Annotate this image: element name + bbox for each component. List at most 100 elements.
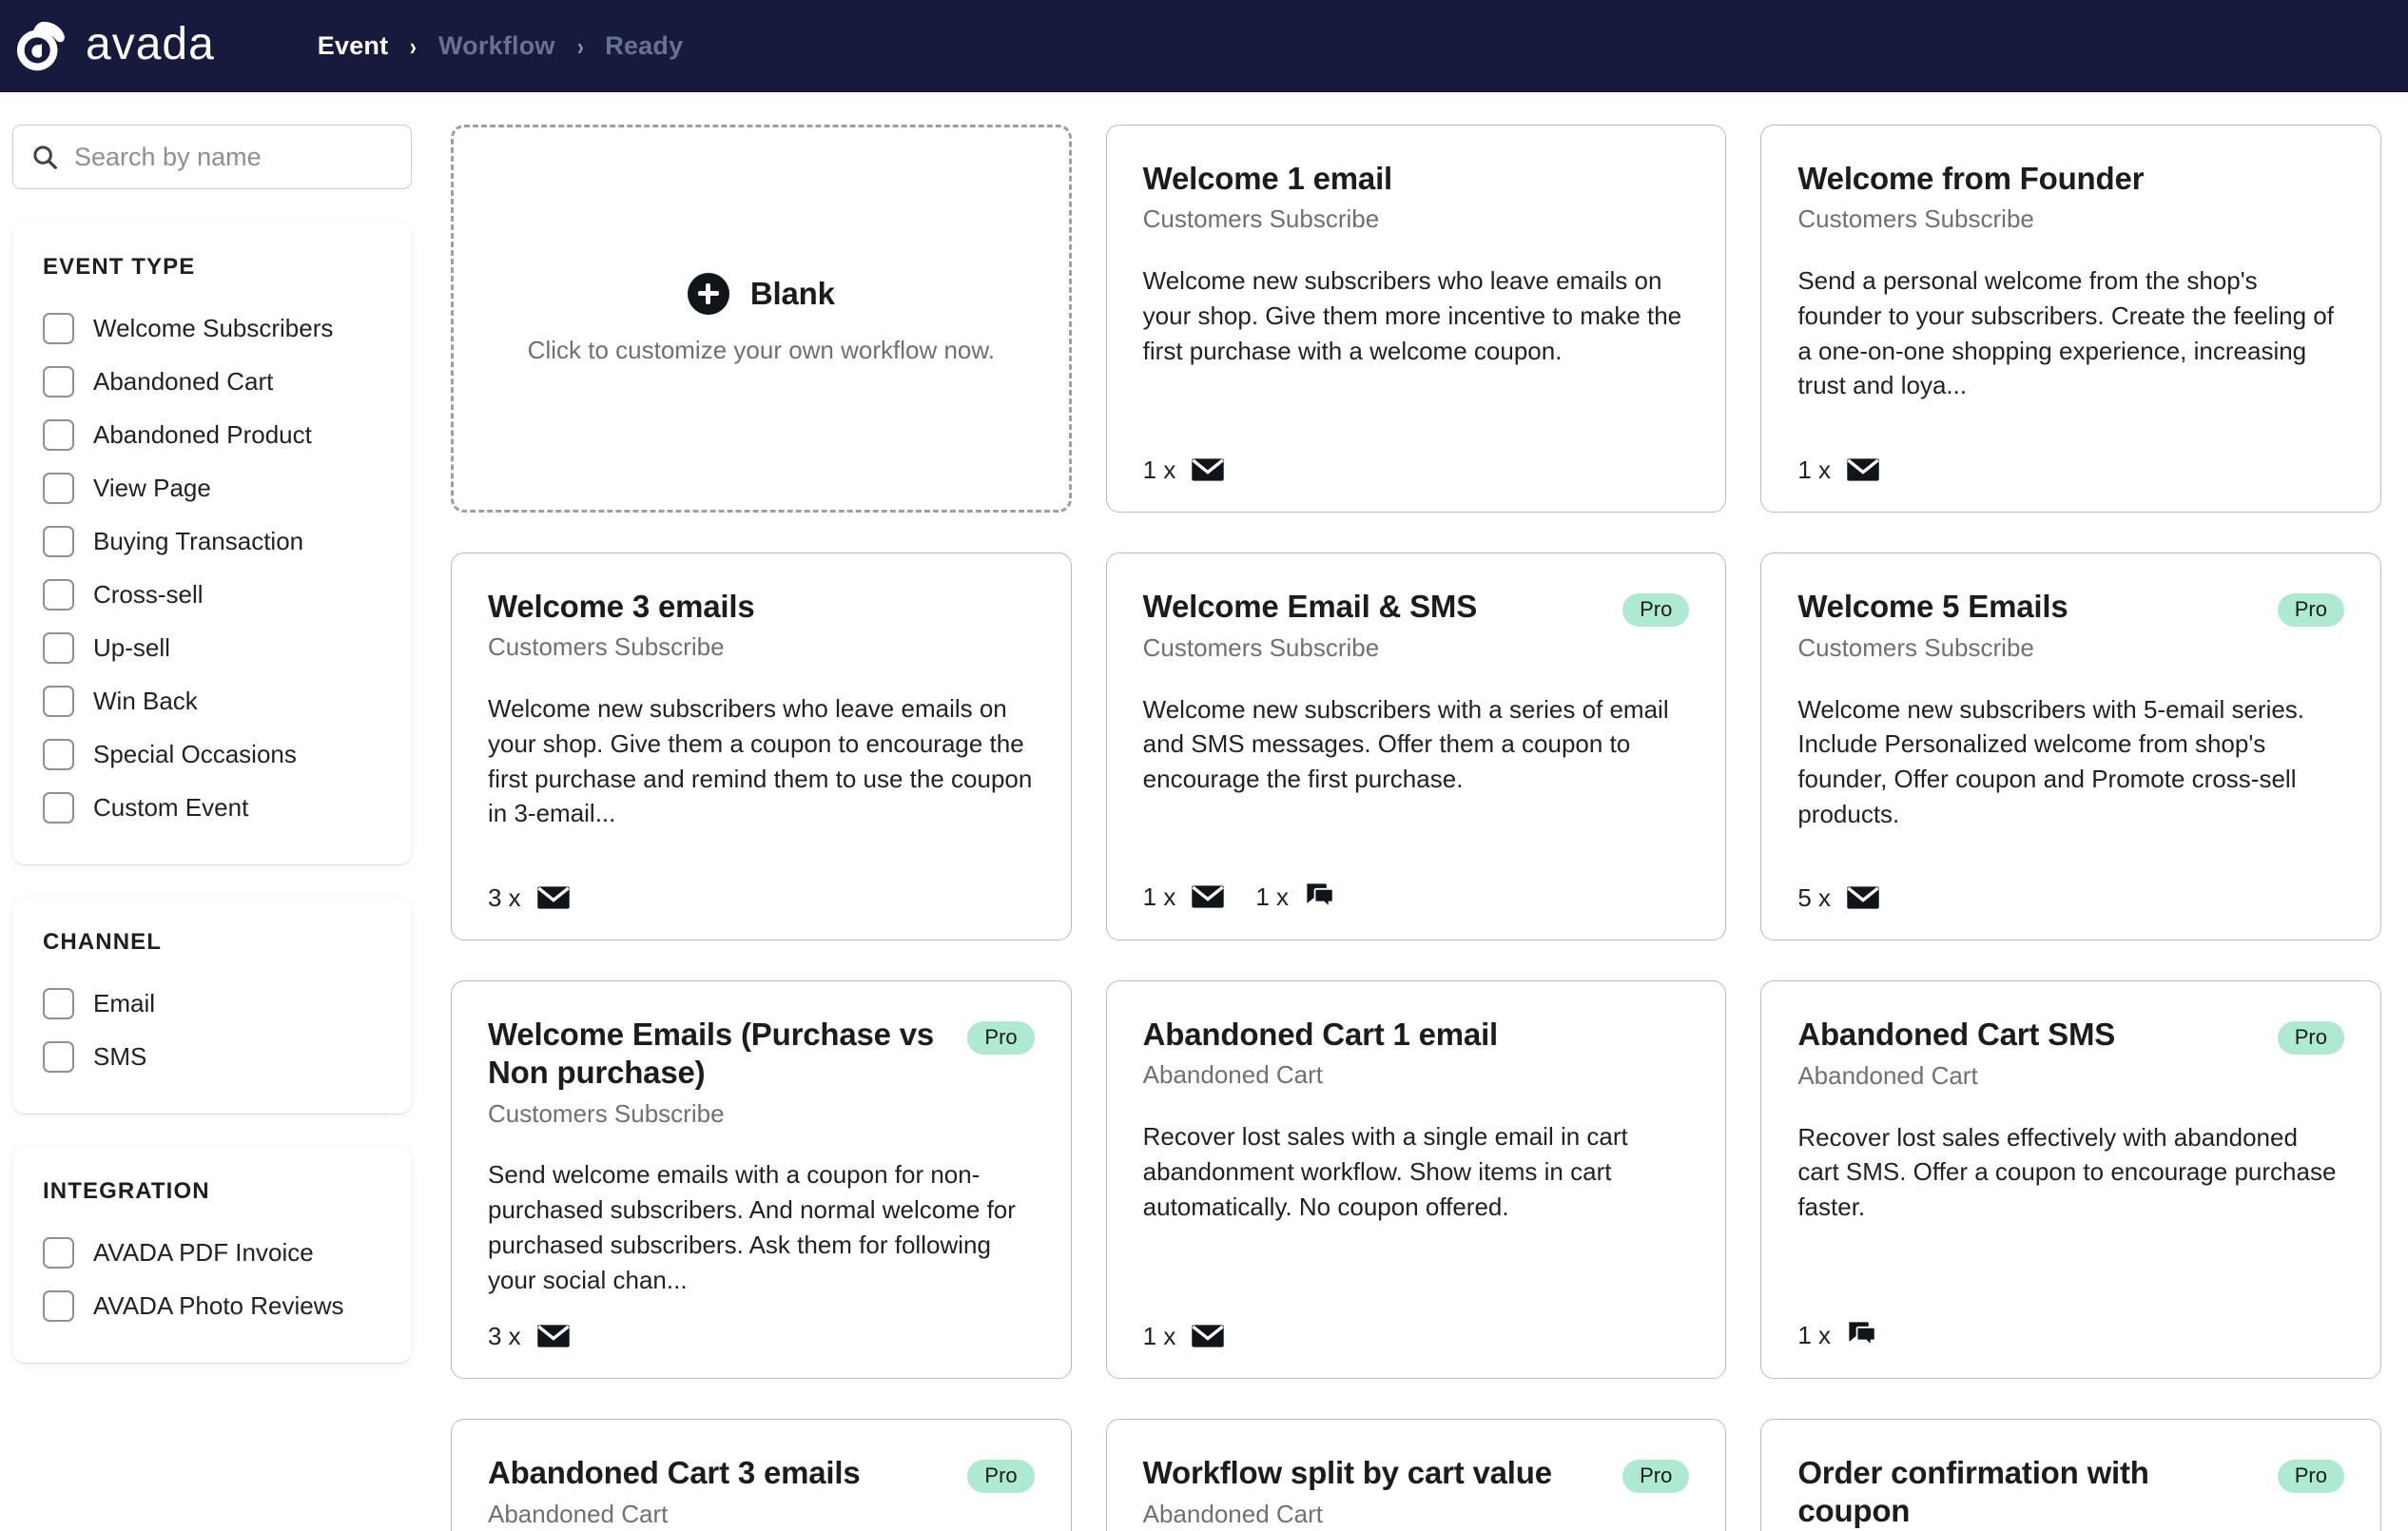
template-card[interactable]: Welcome 1 email Customers Subscribe Welcom…	[1105, 125, 1727, 513]
template-card-event-type: Customers Subscribe	[488, 1098, 725, 1128]
template-card-actions: 1 x 1 x	[1143, 858, 1690, 911]
template-card-title: Abandoned Cart SMS	[1797, 1017, 2116, 1052]
filter-option-avada-pdf-invoice[interactable]: AVADA PDF Invoice	[43, 1226, 385, 1279]
pro-badge: Pro	[1622, 593, 1690, 627]
avada-logo-icon	[16, 21, 65, 70]
plus-circle-icon	[687, 272, 729, 315]
template-card[interactable]: Welcome from Founder Customers Subscribe S…	[1760, 125, 2381, 513]
template-card[interactable]: Welcome 5 Emails Pro Customers Subscribe We…	[1760, 552, 2381, 940]
filter-option-sms[interactable]: SMS	[43, 1030, 385, 1083]
search-input[interactable]	[74, 142, 394, 172]
template-card[interactable]: Welcome Email & SMS Pro Customers Subscrib…	[1105, 552, 1727, 940]
template-card-actions: 3 x	[488, 1298, 1035, 1349]
breadcrumb-item-ready[interactable]: Ready	[605, 31, 683, 61]
checkbox-icon[interactable]	[43, 472, 74, 504]
action-badge: 1 x	[1143, 456, 1226, 483]
action-badge: 1 x	[1143, 1323, 1226, 1349]
checkbox-icon[interactable]	[43, 365, 74, 397]
filter-option-special-occasions[interactable]: Special Occasions	[43, 727, 385, 781]
template-card-event-type: Customers Subscribe	[1797, 633, 2034, 662]
checkbox-icon[interactable]	[43, 418, 74, 451]
filter-option-view-page[interactable]: View Page	[43, 461, 385, 514]
filter-option-up-sell[interactable]: Up-sell	[43, 621, 385, 674]
template-card-description: Send a personal welcome from the shop's …	[1797, 265, 2334, 400]
template-card-event-type: Abandoned Cart	[1142, 1060, 1324, 1090]
chevron-right-icon: ›	[410, 31, 418, 61]
filter-option-buying-transaction[interactable]: Buying Transaction	[43, 514, 385, 568]
filter-option-label: AVADA Photo Reviews	[93, 1290, 344, 1320]
template-card-title: Order confirmation with coupon	[1797, 1454, 2149, 1528]
template-card[interactable]: Welcome Emails (Purchase vs Non purchase…	[451, 980, 1072, 1379]
template-card-actions: 1 x	[1797, 432, 2344, 483]
template-card-description: Welcome new subscribers with 5-email ser…	[1797, 694, 2305, 829]
template-card-description: Recover lost sales effectively with aban…	[1797, 1122, 2337, 1222]
checkbox-icon[interactable]	[43, 578, 74, 610]
checkbox-icon[interactable]	[43, 1289, 74, 1322]
template-card-title: Welcome from Founder	[1797, 161, 2145, 196]
filter-option-label: Buying Transaction	[93, 526, 304, 555]
top-navigation-bar: avada Event › Workflow › Ready	[0, 0, 2408, 92]
template-card-title: Abandoned Cart 3 emails	[488, 1454, 861, 1490]
filter-option-abandoned-cart[interactable]: Abandoned Cart	[43, 355, 385, 408]
sms-icon	[1307, 883, 1334, 910]
breadcrumb-item-event[interactable]: Event	[318, 31, 389, 61]
checkbox-icon[interactable]	[43, 738, 74, 770]
filter-option-email[interactable]: Email	[43, 977, 385, 1030]
template-card-actions: 3 x	[488, 860, 1035, 911]
template-card-actions: 5 x	[1797, 860, 2344, 911]
template-card-title: Welcome Email & SMS	[1142, 589, 1478, 624]
template-card-header: Welcome 3 emails	[488, 588, 1035, 626]
checkbox-icon[interactable]	[43, 1236, 74, 1269]
action-badge: 3 x	[488, 1323, 571, 1349]
email-icon	[1847, 458, 1879, 481]
filter-option-label: Abandoned Product	[93, 419, 312, 449]
breadcrumb: Event › Workflow › Ready	[318, 31, 684, 61]
template-card[interactable]: Welcome 3 emails Customers Subscribe Welco…	[451, 552, 1072, 940]
filter-option-cross-sell[interactable]: Cross-sell	[43, 568, 385, 621]
filter-option-win-back[interactable]: Win Back	[43, 674, 385, 727]
template-card-header: Welcome Email & SMS Pro	[1143, 588, 1690, 627]
email-icon	[536, 886, 570, 909]
action-badge: 5 x	[1797, 884, 1880, 911]
template-card[interactable]: Abandoned Cart 3 emails Pro Abandoned Cart	[451, 1418, 1072, 1531]
brand-name: avada	[86, 18, 215, 69]
template-card[interactable]: Workflow split by cart value Pro Abandoned…	[1105, 1418, 1727, 1531]
checkbox-icon[interactable]	[43, 1040, 74, 1073]
action-badge: 1 x	[1143, 883, 1226, 910]
checkbox-icon[interactable]	[43, 631, 74, 664]
template-card-header: Welcome 5 Emails Pro	[1797, 588, 2344, 627]
checkbox-icon[interactable]	[43, 987, 74, 1019]
template-card-description: Welcome new subscribers who leave emails…	[488, 693, 1033, 828]
template-card[interactable]: Order confirmation with couponProBuying …	[1760, 1418, 2381, 1531]
email-icon	[1192, 458, 1225, 481]
template-card-event-type: Customers Subscribe	[1142, 633, 1380, 662]
filter-option-label: Email	[93, 988, 156, 1017]
breadcrumb-item-workflow[interactable]: Workflow	[438, 31, 555, 61]
search-box[interactable]	[12, 125, 412, 189]
filter-option-custom-event[interactable]: Custom Event	[43, 781, 385, 834]
template-card-header: Abandoned Cart 1 email	[1143, 1016, 1690, 1054]
filter-option-avada-photo-reviews[interactable]: AVADA Photo Reviews	[43, 1279, 385, 1332]
sms-icon	[1849, 1321, 1876, 1347]
blank-card-subtitle: Click to customize your own workflow now…	[527, 335, 995, 364]
checkbox-icon[interactable]	[43, 312, 74, 344]
checkbox-icon[interactable]	[43, 685, 74, 717]
blank-workflow-card[interactable]: Blank Click to customize your own workfl…	[451, 125, 1072, 513]
template-card-description: Welcome new subscribers with a series of…	[1142, 694, 1669, 794]
action-count: 1 x	[1142, 1321, 1176, 1350]
template-card-title: Welcome 1 email	[1142, 161, 1393, 196]
filter-option-abandoned-product[interactable]: Abandoned Product	[43, 408, 385, 461]
template-card[interactable]: Abandoned Cart SMS Pro Abandoned Cart Recov…	[1760, 980, 2381, 1379]
brand-logo[interactable]: avada	[13, 17, 215, 76]
blank-card-title: Blank	[749, 275, 835, 311]
email-icon	[1192, 885, 1225, 908]
action-badge: 1 x	[1255, 882, 1336, 911]
pro-badge: Pro	[1622, 1459, 1690, 1493]
template-card[interactable]: Abandoned Cart 1 email Abandoned Cart Reco…	[1105, 980, 1727, 1379]
template-card-description: Recover lost sales with a single email i…	[1142, 1121, 1628, 1221]
checkbox-icon[interactable]	[43, 791, 74, 824]
checkbox-icon[interactable]	[43, 525, 74, 557]
filter-option-welcome-subscribers[interactable]: Welcome Subscribers	[43, 301, 385, 355]
filter-option-label: Welcome Subscribers	[93, 313, 334, 342]
template-card-event-type: Abandoned Cart	[1797, 1061, 1978, 1090]
